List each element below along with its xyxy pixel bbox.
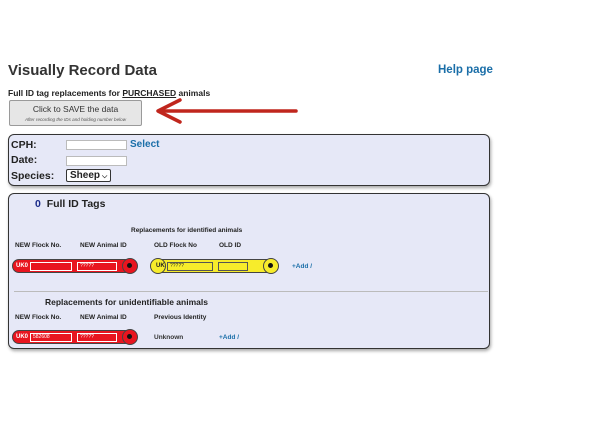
col-old-id: OLD ID xyxy=(219,242,242,249)
date-input[interactable] xyxy=(66,156,127,166)
add-unidentified-link[interactable]: +Add / xyxy=(219,334,239,341)
cph-label: CPH: xyxy=(11,139,37,151)
tags-heading-label: Full ID Tags xyxy=(46,198,106,210)
chevron-down-icon: ⌵ xyxy=(102,173,108,180)
save-data-button[interactable]: Click to SAVE the data After recording t… xyxy=(9,100,142,126)
save-button-label: Click to SAVE the data xyxy=(32,104,119,114)
new-flock-input-2[interactable]: 582608 xyxy=(30,333,72,342)
page-subtitle: Full ID tag replacements for PURCHASED a… xyxy=(8,88,210,98)
annotation-arrow-icon xyxy=(156,98,298,124)
species-select[interactable]: Sheep ⌵ xyxy=(66,169,111,182)
help-page-link[interactable]: Help page xyxy=(438,64,493,76)
new-tag-country: UK0 xyxy=(16,263,29,269)
new-animal-id-input-2[interactable]: ????? xyxy=(77,333,117,342)
identified-section-title: Replacements for identified animals xyxy=(131,227,243,234)
old-id-input[interactable] xyxy=(218,262,248,271)
species-label: Species: xyxy=(11,170,55,182)
old-flock-input[interactable]: ????? xyxy=(167,262,213,271)
unidentified-section-title: Replacements for unidentifiable animals xyxy=(45,297,208,307)
col-new-flock: NEW Flock No. xyxy=(15,242,62,249)
species-select-value: Sheep xyxy=(70,170,101,181)
section-divider xyxy=(14,291,488,292)
tag-hole-icon-2 xyxy=(122,329,138,345)
cph-input[interactable] xyxy=(66,140,127,150)
old-tag-country: UK xyxy=(156,263,165,269)
col-previous-identity: Previous Identity xyxy=(154,314,207,321)
tag-count: 0 xyxy=(35,198,41,210)
select-cph-link[interactable]: Select xyxy=(130,139,159,150)
tag-hole-icon xyxy=(122,258,138,274)
tags-heading: 0 Full ID Tags xyxy=(35,198,105,210)
page-title: Visually Record Data xyxy=(8,62,157,79)
col-old-flock: OLD Flock No xyxy=(154,242,197,249)
old-tag-hole-icon xyxy=(263,258,279,274)
date-label: Date: xyxy=(11,154,38,166)
new-flock-input[interactable] xyxy=(30,262,72,271)
add-identified-link[interactable]: +Add / xyxy=(292,263,312,270)
col-new-flock-2: NEW Flock No. xyxy=(15,314,62,321)
col-new-animal: NEW Animal ID xyxy=(80,242,127,249)
previous-identity-value: Unknown xyxy=(154,334,184,341)
subtitle-suffix: animals xyxy=(176,88,211,98)
subtitle-prefix: Full ID tag replacements for xyxy=(8,88,123,98)
subtitle-emphasis: PURCHASED xyxy=(122,88,177,98)
save-button-hint: After recording the IDs and holding numb… xyxy=(24,117,127,122)
new-animal-id-input[interactable]: ????? xyxy=(77,262,117,271)
col-new-animal-2: NEW Animal ID xyxy=(80,314,127,321)
new-tag-country-2: UK0 xyxy=(16,334,29,340)
